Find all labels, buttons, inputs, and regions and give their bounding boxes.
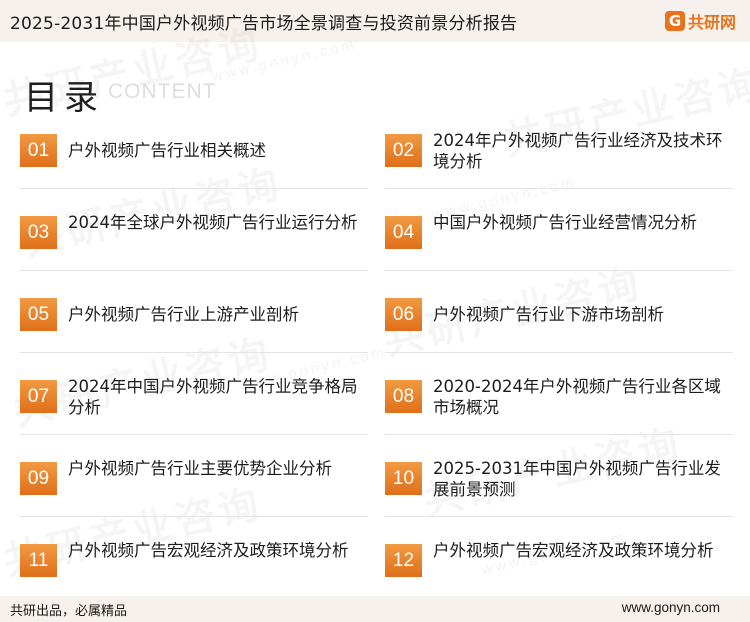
toc-heading-subtitle: CONTENT (108, 80, 217, 103)
toc-item-number: 11 (20, 544, 57, 577)
toc-item-title: 2024年中国户外视频广告行业竞争格局分析 (68, 377, 358, 417)
footer-slogan: 共研出品，必属精品 (10, 604, 128, 619)
toc-item[interactable]: 12 户外视频广告宏观经济及政策环境分析 (385, 536, 733, 598)
toc-item[interactable]: 07 2024年中国户外视频广告行业竞争格局分析 (20, 372, 368, 435)
toc-item-number: 02 (385, 134, 422, 167)
toc-item-title: 2025-2031年中国户外视频广告行业发展前景预测 (433, 459, 721, 499)
toc-item[interactable]: 11 户外视频广告宏观经济及政策环境分析 (20, 536, 368, 598)
toc-item[interactable]: 03 2024年全球户外视频广告行业运行分析 (20, 208, 368, 271)
toc-item-title: 户外视频广告行业上游产业剖析 (68, 305, 299, 324)
toc-item[interactable]: 09 户外视频广告行业主要优势企业分析 (20, 454, 368, 517)
toc-item-number: 05 (20, 298, 57, 331)
brand-logo: G 共研网 (664, 9, 736, 33)
toc-item-title: 2020-2024年户外视频广告行业各区域市场概况 (433, 377, 721, 417)
toc-item-title: 户外视频广告宏观经济及政策环境分析 (433, 541, 714, 560)
toc-item-title: 户外视频广告行业下游市场剖析 (433, 305, 664, 324)
toc-item-number: 01 (20, 134, 57, 167)
toc-item-number: 09 (20, 462, 57, 495)
header-bar: 2025-2031年中国户外视频广告市场全景调查与投资前景分析报告 G 共研网 (0, 0, 750, 42)
toc-item-number: 08 (385, 380, 422, 413)
watermark-url: www.gonyn.com (209, 35, 359, 86)
toc-item[interactable]: 01 户外视频广告行业相关概述 (20, 126, 368, 189)
toc-item-title: 中国户外视频广告行业经营情况分析 (433, 213, 697, 232)
toc-item-title: 户外视频广告行业相关概述 (68, 141, 266, 160)
toc-item[interactable]: 08 2020-2024年户外视频广告行业各区域市场概况 (385, 372, 733, 435)
toc-heading: 目录 (24, 78, 104, 118)
toc-item-number: 12 (385, 544, 422, 577)
toc-item-title: 2024年全球户外视频广告行业运行分析 (68, 213, 358, 232)
toc-item[interactable]: 05 户外视频广告行业上游产业剖析 (20, 290, 368, 353)
logo-text: 共研网 (687, 13, 736, 32)
toc-item-title: 户外视频广告宏观经济及政策环境分析 (68, 541, 349, 560)
toc-item-number: 06 (385, 298, 422, 331)
toc-item-title: 2024年户外视频广告行业经济及技术环境分析 (433, 131, 723, 171)
footer-bar: 共研出品，必属精品 www.gonyn.com (0, 596, 750, 622)
toc-item[interactable]: 04 中国户外视频广告行业经营情况分析 (385, 208, 733, 271)
report-title: 2025-2031年中国户外视频广告市场全景调查与投资前景分析报告 (10, 14, 518, 34)
logo-mark-icon: G (664, 11, 685, 31)
toc-item-title: 户外视频广告行业主要优势企业分析 (68, 459, 332, 478)
toc-item[interactable]: 02 2024年户外视频广告行业经济及技术环境分析 (385, 126, 733, 189)
toc-item-number: 07 (20, 380, 57, 413)
toc-item[interactable]: 10 2025-2031年中国户外视频广告行业发展前景预测 (385, 454, 733, 517)
footer-website-link[interactable]: www.gonyn.com (622, 600, 720, 615)
toc-item[interactable]: 06 户外视频广告行业下游市场剖析 (385, 290, 733, 353)
toc-item-number: 03 (20, 216, 57, 249)
toc-item-number: 10 (385, 462, 422, 495)
toc-item-number: 04 (385, 216, 422, 249)
